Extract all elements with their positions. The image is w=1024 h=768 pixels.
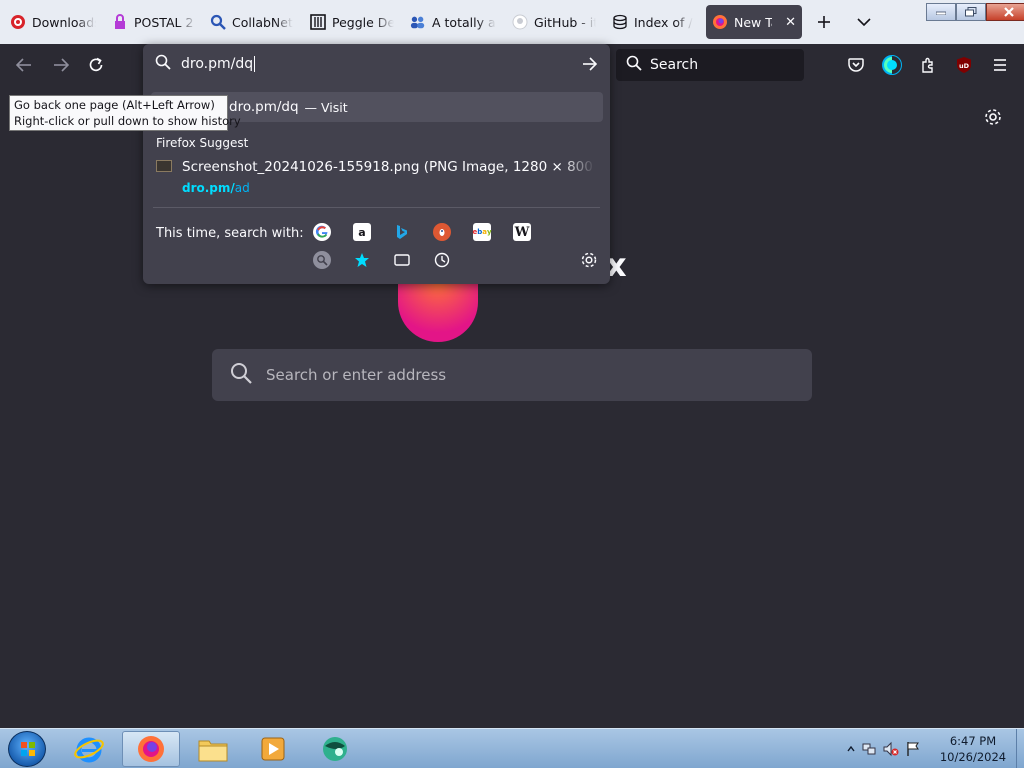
page-search-box[interactable]: Search or enter address (212, 349, 812, 401)
magnifier-icon (210, 14, 226, 30)
svg-text:uD: uD (959, 62, 970, 70)
back-button[interactable] (12, 53, 36, 77)
pocket-button[interactable] (844, 53, 868, 77)
page-search-placeholder: Search or enter address (266, 366, 447, 384)
url-input-value: dro.pm/dq (181, 56, 254, 72)
tab-label: CollabNet (232, 14, 293, 30)
visit-url: dro.pm/dq (229, 99, 299, 115)
tab-index[interactable]: Index of / (606, 5, 702, 39)
people-icon (410, 14, 426, 30)
tab-label: GitHub - itsunix (534, 14, 596, 30)
tab-label: POSTAL 2 | Play (134, 14, 196, 30)
new-tab-button[interactable] (812, 10, 836, 34)
clock-time: 6:47 PM (949, 734, 997, 748)
ublock-origin-icon[interactable]: uD (952, 53, 976, 77)
close-window-button[interactable] (986, 3, 1024, 21)
file-explorer-icon[interactable] (184, 731, 242, 767)
close-tab-icon[interactable]: ✕ (785, 15, 796, 30)
suggestion-url-path: ad (234, 181, 250, 195)
show-hidden-icons-icon[interactable] (844, 746, 858, 752)
url-bar-dropdown: dro.pm/dq dro.pm/dq — Visit Firefox Sugg… (143, 44, 610, 284)
network-icon[interactable] (858, 741, 880, 757)
ebay-icon[interactable]: ebay (472, 223, 492, 241)
tab-collabnet[interactable]: CollabNet (204, 5, 300, 39)
show-desktop-button[interactable] (1016, 729, 1024, 768)
firefox-suggest-label: Firefox Suggest (156, 136, 249, 150)
media-player-icon[interactable] (244, 731, 302, 767)
tab-label: Downloads (32, 14, 96, 30)
tab-label: New Tab (734, 14, 772, 30)
go-arrow-icon[interactable] (580, 54, 600, 74)
forward-button[interactable] (49, 53, 73, 77)
list-all-tabs-button[interactable] (852, 10, 876, 34)
action-center-flag-icon[interactable] (902, 741, 924, 757)
search-bar-placeholder: Search (650, 57, 699, 73)
clock-date: 10/26/2024 (939, 750, 1007, 764)
reload-button[interactable] (84, 53, 108, 77)
tab-peggle[interactable]: Peggle Deluxe (304, 5, 400, 39)
duckduckgo-icon[interactable] (433, 223, 451, 241)
minimize-button[interactable] (926, 3, 956, 21)
windows-taskbar: 6:47 PM 10/26/2024 (0, 728, 1024, 768)
tab-postal[interactable]: POSTAL 2 | Play (106, 5, 202, 39)
customize-gear-icon[interactable] (982, 106, 1004, 128)
account-icon[interactable] (880, 53, 904, 77)
search-settings-gear-icon[interactable] (579, 250, 599, 270)
github-icon (512, 14, 528, 30)
hamburger-menu-button[interactable] (988, 53, 1012, 77)
dropdown-divider (153, 207, 600, 208)
tab-totally-accurate[interactable]: A totally accurate (404, 5, 502, 39)
suggestion-url: dro.pm/ad (182, 181, 250, 195)
tabs-icon[interactable] (393, 251, 411, 269)
back-button-tooltip: Go back one page (Alt+Left Arrow) Right-… (9, 95, 241, 131)
tab-downloads[interactable]: Downloads (4, 5, 102, 39)
search-with-label: This time, search with: (156, 226, 304, 241)
visit-action-label: — Visit (304, 99, 348, 115)
suggestion-row[interactable]: Screenshot_20241026-155918.png (PNG Imag… (151, 154, 603, 198)
peggle-icon (310, 14, 326, 30)
firefox-taskbar-icon[interactable] (122, 731, 180, 767)
bookmarks-star-icon[interactable] (353, 251, 371, 269)
internet-explorer-icon[interactable] (60, 731, 118, 767)
tab-github[interactable]: GitHub - itsunix (506, 5, 602, 39)
search-engine-icon[interactable] (313, 251, 331, 269)
server-icon (612, 14, 628, 30)
tab-label: A totally accurate (432, 14, 496, 30)
tab-label: Index of / (634, 14, 693, 30)
taskbar-clock[interactable]: 6:47 PM 10/26/2024 (930, 733, 1016, 765)
downloads-icon (10, 14, 26, 30)
tab-label: Peggle Deluxe (332, 14, 394, 30)
bing-icon[interactable] (393, 223, 411, 241)
window-controls (926, 3, 1024, 21)
system-tray (844, 729, 924, 768)
volume-muted-icon[interactable] (880, 741, 902, 757)
extensions-button[interactable] (916, 53, 940, 77)
firefox-icon (712, 14, 728, 30)
lock-icon (112, 14, 128, 30)
google-icon[interactable] (313, 223, 331, 241)
suggestion-title: Screenshot_20241026-155918.png (PNG Imag… (182, 159, 595, 175)
tab-new-tab[interactable]: New Tab ✕ (706, 5, 802, 39)
history-clock-icon[interactable] (433, 251, 451, 269)
url-input[interactable]: dro.pm/dq (143, 44, 610, 84)
search-icon (626, 55, 642, 75)
search-icon (155, 54, 171, 74)
search-icon (230, 362, 252, 388)
app-globe-icon[interactable] (306, 731, 364, 767)
tooltip-line-2: Right-click or pull down to show history (14, 114, 241, 128)
image-file-icon (156, 160, 172, 172)
start-button[interactable] (8, 731, 46, 767)
firefox-logo (398, 282, 478, 342)
amazon-icon[interactable]: a (353, 223, 371, 241)
suggestion-url-host: dro.pm/ (182, 181, 235, 195)
wikipedia-icon[interactable]: W (513, 223, 531, 241)
tab-strip: Downloads POSTAL 2 | Play CollabNet Pegg… (0, 0, 1024, 44)
tooltip-line-1: Go back one page (Alt+Left Arrow) (14, 98, 215, 112)
search-bar[interactable]: Search (616, 49, 804, 81)
restore-button[interactable] (956, 3, 986, 21)
